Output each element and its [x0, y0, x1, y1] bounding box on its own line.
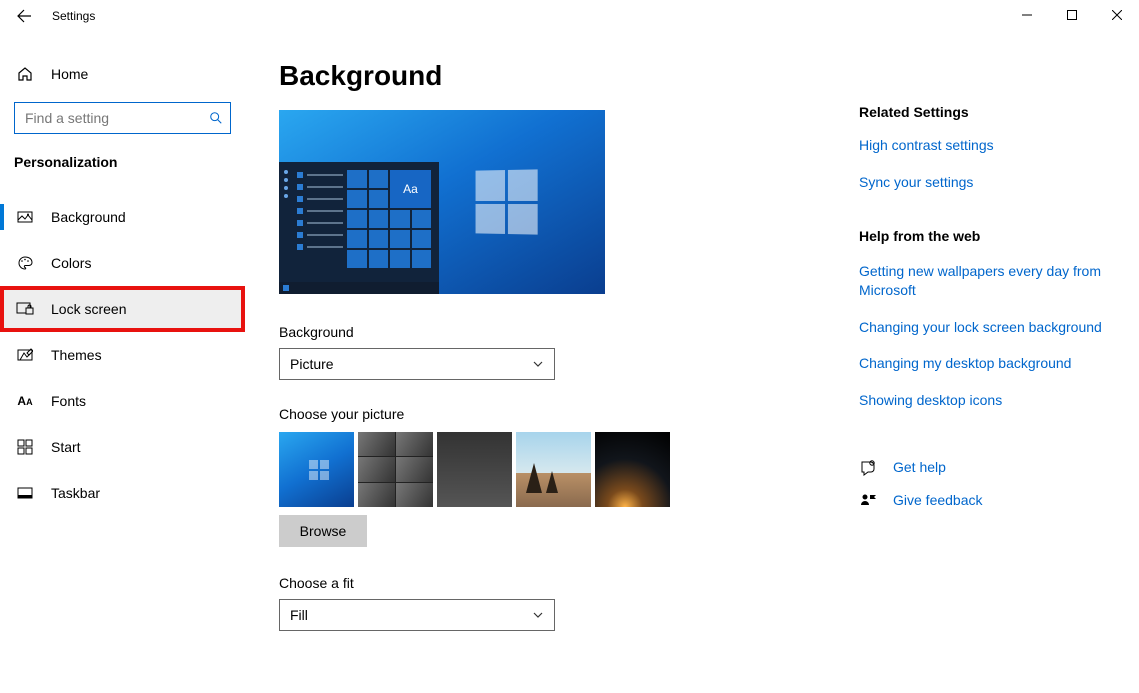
picture-thumb-1[interactable]: [279, 432, 354, 507]
sidebar-home[interactable]: Home: [0, 54, 245, 94]
link-sync-settings[interactable]: Sync your settings: [859, 173, 1139, 192]
lock-screen-icon: [15, 301, 35, 317]
taskbar-icon: [15, 485, 35, 501]
fit-select-value: Fill: [290, 607, 308, 623]
sidebar-item-label: Lock screen: [51, 301, 126, 317]
preview-accent-tile: Aa: [390, 170, 431, 208]
close-button[interactable]: [1094, 0, 1139, 30]
picture-thumb-4[interactable]: [516, 432, 591, 507]
home-icon: [15, 66, 35, 82]
sidebar-item-taskbar[interactable]: Taskbar: [0, 470, 245, 516]
related-settings-header: Related Settings: [859, 104, 1139, 120]
sidebar-item-label: Colors: [51, 255, 91, 271]
sidebar-item-themes[interactable]: Themes: [0, 332, 245, 378]
sidebar-item-colors[interactable]: Colors: [0, 240, 245, 286]
background-select[interactable]: Picture: [279, 348, 555, 380]
sidebar-item-label: Fonts: [51, 393, 86, 409]
palette-icon: [15, 255, 35, 271]
picture-thumb-5[interactable]: [595, 432, 670, 507]
chevron-down-icon: [532, 609, 544, 621]
help-from-web-header: Help from the web: [859, 228, 1139, 244]
sidebar-home-label: Home: [51, 66, 88, 82]
fonts-icon: AA: [15, 394, 35, 408]
background-label: Background: [279, 324, 799, 340]
picture-thumb-3[interactable]: [437, 432, 512, 507]
picture-icon: [15, 209, 35, 225]
link-lock-screen-bg[interactable]: Changing your lock screen background: [859, 318, 1139, 337]
picture-thumb-2[interactable]: [358, 432, 433, 507]
maximize-icon: [1067, 10, 1077, 20]
back-arrow-icon: [16, 8, 32, 24]
browse-button[interactable]: Browse: [279, 515, 367, 547]
sidebar-item-start[interactable]: Start: [0, 424, 245, 470]
search-input[interactable]: [14, 102, 231, 134]
feedback-icon: [859, 492, 877, 510]
link-desktop-icons[interactable]: Showing desktop icons: [859, 391, 1139, 410]
minimize-button[interactable]: [1004, 0, 1049, 30]
link-get-help[interactable]: Get help: [893, 458, 946, 477]
chevron-down-icon: [532, 358, 544, 370]
sidebar-item-label: Themes: [51, 347, 102, 363]
fit-select[interactable]: Fill: [279, 599, 555, 631]
choose-picture-label: Choose your picture: [279, 406, 799, 422]
sidebar-section-label: Personalization: [0, 148, 245, 180]
search-icon: [209, 111, 223, 125]
maximize-button[interactable]: [1049, 0, 1094, 30]
sidebar-item-label: Start: [51, 439, 81, 455]
page-title: Background: [279, 60, 799, 92]
browse-button-label: Browse: [300, 523, 347, 539]
sidebar-item-fonts[interactable]: AA Fonts: [0, 378, 245, 424]
choose-fit-label: Choose a fit: [279, 575, 799, 591]
link-wallpapers-daily[interactable]: Getting new wallpapers every day from Mi…: [859, 262, 1139, 300]
link-give-feedback[interactable]: Give feedback: [893, 491, 983, 510]
minimize-icon: [1022, 10, 1032, 20]
start-icon: [15, 439, 35, 455]
back-button[interactable]: [0, 0, 48, 32]
link-high-contrast[interactable]: High contrast settings: [859, 136, 1139, 155]
themes-icon: [15, 347, 35, 363]
get-help-icon: ?: [859, 459, 877, 477]
sidebar-item-label: Taskbar: [51, 485, 100, 501]
sidebar-item-label: Background: [51, 209, 126, 225]
sidebar-item-lock-screen[interactable]: Lock screen: [0, 286, 245, 332]
close-icon: [1112, 10, 1122, 20]
background-select-value: Picture: [290, 356, 334, 372]
link-desktop-bg[interactable]: Changing my desktop background: [859, 354, 1139, 373]
desktop-preview: Aa: [279, 110, 605, 294]
sidebar-item-background[interactable]: Background: [0, 194, 245, 240]
window-title: Settings: [48, 9, 95, 23]
